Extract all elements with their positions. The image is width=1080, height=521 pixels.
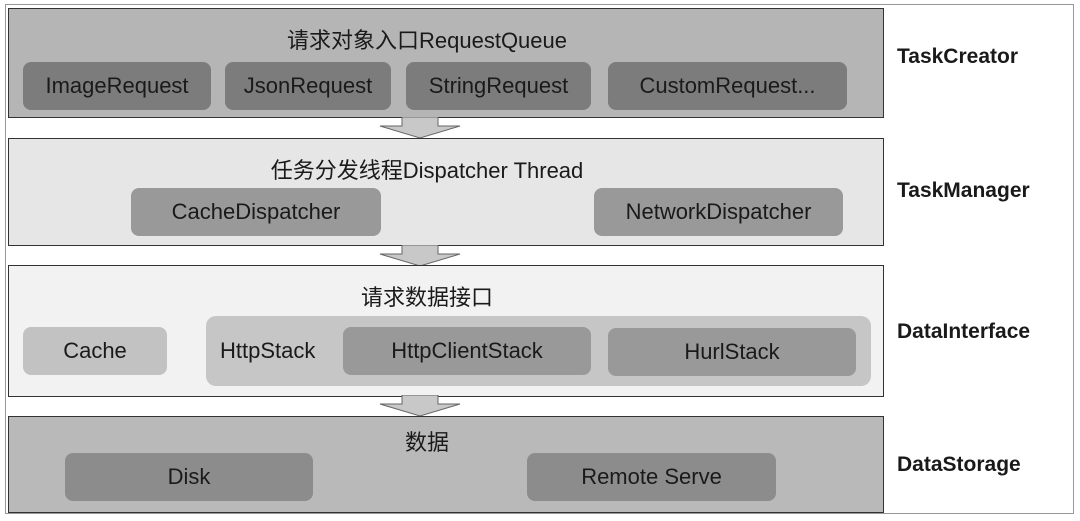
- cache-box: Cache: [23, 327, 167, 375]
- down-arrow-icon: [379, 245, 461, 267]
- layer-task-manager: 任务分发线程Dispatcher Thread CacheDispatcher …: [8, 138, 884, 246]
- custom-request-box: CustomRequest...: [608, 62, 847, 110]
- layer-title: 请求数据接口: [360, 285, 493, 310]
- layer-task-creator: 请求对象入口RequestQueue ImageRequest JsonRequ…: [8, 8, 884, 118]
- side-label-data-interface: DataInterface: [897, 320, 1031, 343]
- disk-box: Disk: [65, 453, 313, 501]
- cache-dispatcher-box: CacheDispatcher: [131, 188, 381, 236]
- layer-data-storage: 数据 Disk Remote Serve: [8, 416, 884, 513]
- http-client-stack-box: HttpClientStack: [343, 327, 591, 375]
- layer-data-interface: 请求数据接口 Cache HttpStack HttpClientStack H…: [8, 265, 884, 397]
- side-label-task-manager: TaskManager: [897, 179, 1030, 202]
- hurl-stack-box: HurlStack: [608, 328, 856, 376]
- http-stack-label: HttpStack: [220, 338, 316, 363]
- down-arrow-icon: [379, 395, 461, 417]
- string-request-box: StringRequest: [406, 62, 591, 110]
- architecture-diagram: 请求对象入口RequestQueue ImageRequest JsonRequ…: [0, 0, 1080, 521]
- side-label-data-storage: DataStorage: [897, 453, 1021, 476]
- network-dispatcher-box: NetworkDispatcher: [594, 188, 843, 236]
- layer-title: 任务分发线程Dispatcher Thread: [270, 158, 584, 183]
- remote-serve-box: Remote Serve: [527, 453, 776, 501]
- side-label-task-creator: TaskCreator: [897, 45, 1018, 68]
- down-arrow-icon: [379, 117, 461, 139]
- json-request-box: JsonRequest: [225, 62, 391, 110]
- image-request-box: ImageRequest: [23, 62, 211, 110]
- layer-title: 请求对象入口RequestQueue: [287, 28, 567, 53]
